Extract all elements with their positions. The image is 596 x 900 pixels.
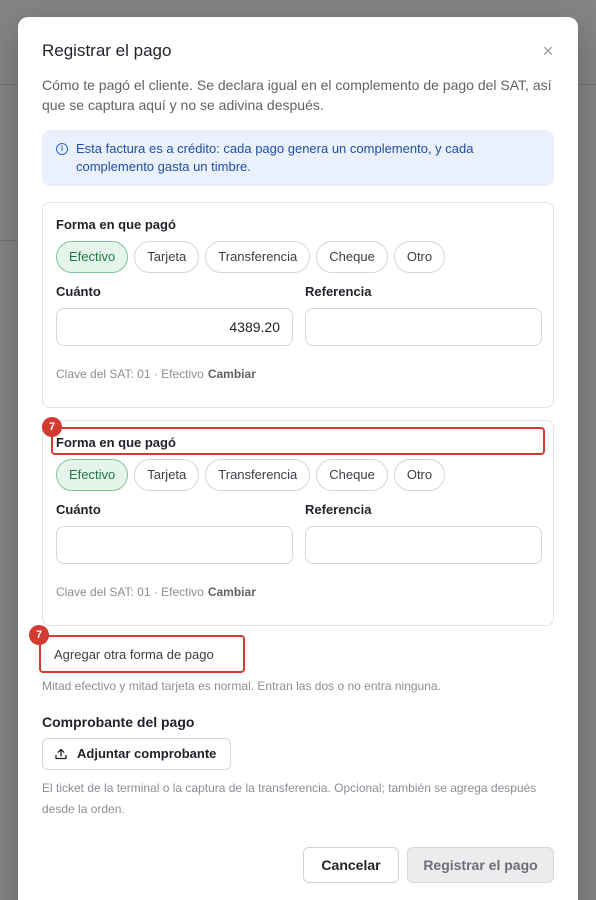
amount-label: Cuánto xyxy=(56,502,101,517)
reference-label: Referencia xyxy=(305,284,372,299)
sat-code-text: Clave del SAT: 01 · Efectivo Cambiar xyxy=(56,585,256,599)
payment-dialog: Registrar el pago × Cómo te pagó el clie… xyxy=(18,17,578,900)
credit-info-banner: i Esta factura es a crédito: cada pago g… xyxy=(42,130,554,186)
annotation-highlight xyxy=(51,427,545,455)
attach-receipt-label: Adjuntar comprobante xyxy=(77,746,217,761)
method-chip-efectivo[interactable]: Efectivo xyxy=(56,459,129,491)
method-chip-transferencia[interactable]: Transferencia xyxy=(205,241,311,273)
attach-receipt-button[interactable]: Adjuntar comprobante xyxy=(42,738,231,770)
cancel-button[interactable]: Cancelar xyxy=(303,847,399,883)
method-chip-otro[interactable]: Otro xyxy=(393,459,446,491)
upload-icon xyxy=(55,748,67,760)
amount-input[interactable]: 4389.20 xyxy=(56,308,293,346)
method-chip-otro[interactable]: Otro xyxy=(393,241,446,273)
reference-input[interactable] xyxy=(305,308,542,346)
sat-code-text: Clave del SAT: 01 · Efectivo Cambiar xyxy=(56,367,256,381)
dialog-title: Registrar el pago xyxy=(42,41,172,60)
receipt-hint: El ticket de la terminal o la captura de… xyxy=(42,781,537,816)
payment-method-card: Forma en que pagó Efectivo Tarjeta Trans… xyxy=(42,202,554,408)
add-payment-method-button[interactable]: Agregar otra forma de pago xyxy=(54,647,214,662)
payment-method-options: Efectivo Tarjeta Transferencia Cheque Ot… xyxy=(56,241,446,273)
change-sat-link[interactable]: Cambiar xyxy=(208,585,256,599)
close-icon[interactable]: × xyxy=(540,42,556,60)
method-chip-cheque[interactable]: Cheque xyxy=(316,241,388,273)
payment-method-label: Forma en que pagó xyxy=(56,217,176,232)
info-icon: i xyxy=(56,143,68,155)
add-method-hint: Mitad efectivo y mitad tarjeta es normal… xyxy=(42,679,441,693)
sat-code-value: Clave del SAT: 01 · Efectivo xyxy=(56,585,204,599)
amount-label: Cuánto xyxy=(56,284,101,299)
reference-input[interactable] xyxy=(305,526,542,564)
method-chip-tarjeta[interactable]: Tarjeta xyxy=(134,241,200,273)
method-chip-tarjeta[interactable]: Tarjeta xyxy=(134,459,200,491)
dialog-description: Cómo te pagó el cliente. Se declara igua… xyxy=(42,77,552,113)
reference-label: Referencia xyxy=(305,502,372,517)
amount-input[interactable] xyxy=(56,526,293,564)
method-chip-efectivo[interactable]: Efectivo xyxy=(56,241,129,273)
annotation-badge: 7 xyxy=(42,417,62,437)
change-sat-link[interactable]: Cambiar xyxy=(208,367,256,381)
method-chip-transferencia[interactable]: Transferencia xyxy=(205,459,311,491)
register-payment-button[interactable]: Registrar el pago xyxy=(407,847,554,883)
sat-code-value: Clave del SAT: 01 · Efectivo xyxy=(56,367,204,381)
receipt-section-title: Comprobante del pago xyxy=(42,714,195,730)
credit-info-text: Esta factura es a crédito: cada pago gen… xyxy=(76,141,474,174)
method-chip-cheque[interactable]: Cheque xyxy=(316,459,388,491)
payment-method-options: Efectivo Tarjeta Transferencia Cheque Ot… xyxy=(56,459,446,491)
annotation-badge: 7 xyxy=(29,625,49,645)
